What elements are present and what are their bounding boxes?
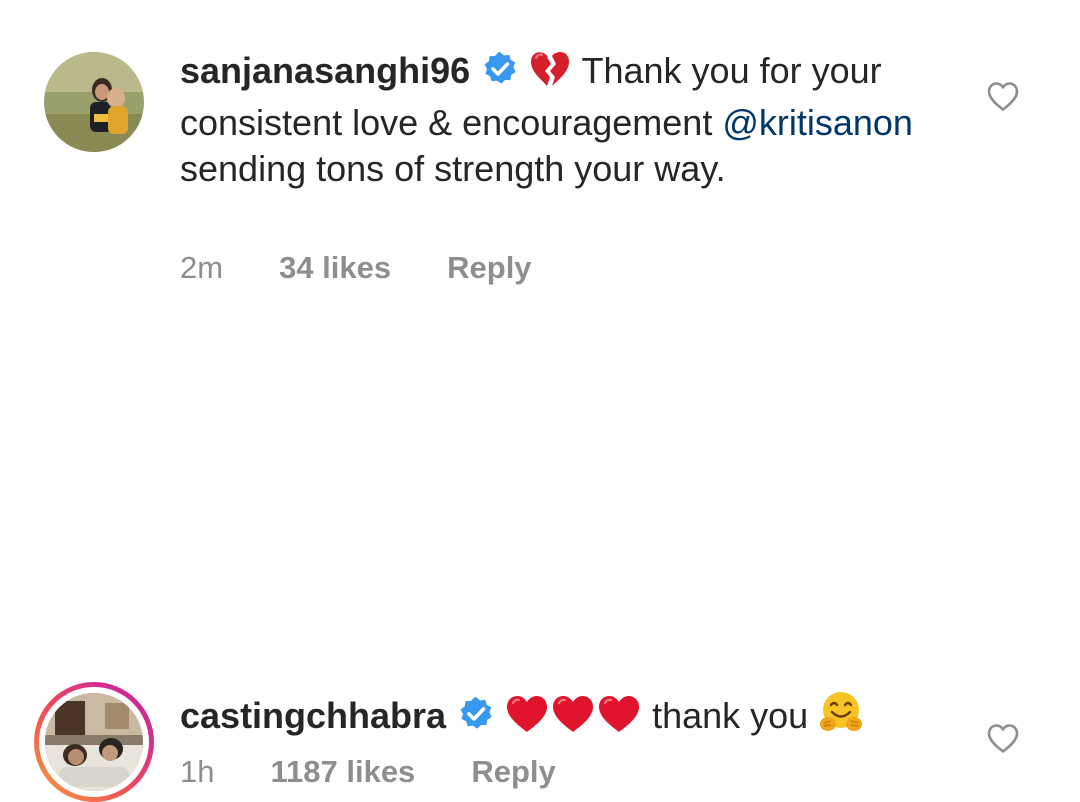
like-heart-icon[interactable] — [986, 722, 1020, 756]
verified-badge-icon — [482, 51, 518, 87]
verified-badge-icon — [458, 696, 494, 732]
like-heart-icon[interactable] — [986, 80, 1020, 114]
avatar[interactable] — [34, 682, 154, 802]
comment-text: thank you — [642, 695, 819, 736]
red-heart-icon — [550, 694, 596, 745]
comment-text-continued: sending tons of strength your way. — [180, 148, 726, 189]
comment-username[interactable]: sanjanasanghi96 — [180, 50, 470, 91]
comment-body: sanjanasanghi96 Thank you for your consi… — [180, 48, 940, 192]
broken-heart-icon — [528, 49, 572, 100]
comment-item: sanjanasanghi96 Thank you for your consi… — [0, 0, 1080, 300]
comment-meta: 2m 34 likes Reply — [180, 250, 532, 286]
comment-username[interactable]: castingchhabra — [180, 695, 446, 736]
avatar-photo — [45, 693, 143, 791]
reply-button[interactable]: Reply — [471, 754, 555, 790]
likes-count[interactable]: 34 likes — [279, 250, 391, 286]
comment-item: castingchhabra thank you 1h 1187 likes R… — [0, 330, 1080, 802]
red-heart-icon — [596, 694, 642, 745]
reply-button[interactable]: Reply — [447, 250, 531, 286]
avatar[interactable] — [44, 52, 144, 152]
comment-meta: 1h 1187 likes Reply — [180, 754, 556, 790]
comment-timestamp: 1h — [180, 754, 215, 789]
avatar-photo — [44, 52, 144, 152]
hugging-face-icon — [818, 690, 864, 745]
red-heart-icon — [504, 694, 550, 745]
mention-link[interactable]: @kritisanon — [722, 102, 913, 143]
likes-count[interactable]: 1187 likes — [270, 754, 415, 790]
comment-timestamp: 2m — [180, 250, 224, 285]
comment-body: castingchhabra thank you — [180, 690, 940, 745]
